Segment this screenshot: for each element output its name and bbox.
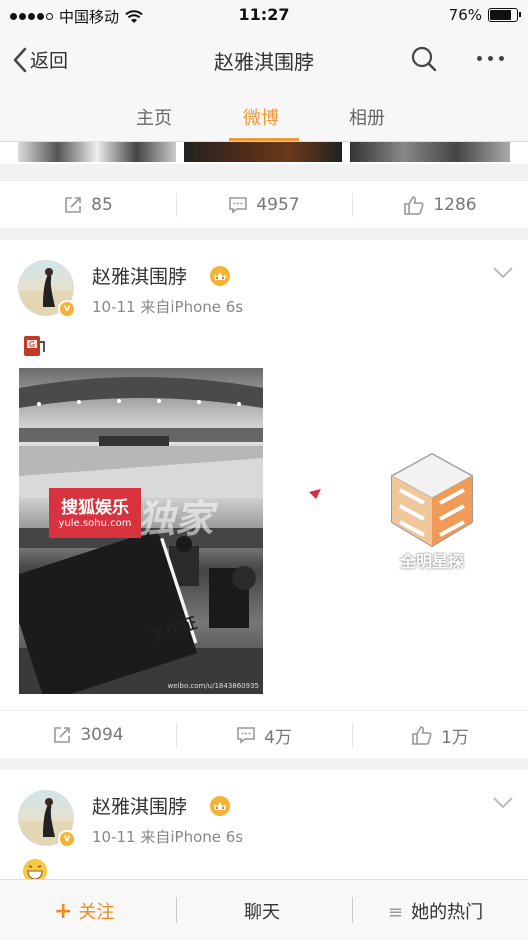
previous-post-images [0, 142, 528, 164]
repost-button[interactable]: 85 [0, 181, 176, 229]
verified-badge-icon: v [58, 830, 76, 848]
cube-logo-icon [390, 452, 474, 548]
comment-count: 4957 [256, 195, 300, 215]
emoji-icon: G [24, 336, 45, 356]
chevron-down-icon[interactable] [492, 266, 514, 280]
post-actions: 3094 4万 1万 [0, 710, 528, 758]
more-button[interactable] [477, 56, 504, 61]
thumbs-up-icon [412, 726, 432, 745]
page-title: 赵雅淇围脖 [214, 50, 314, 74]
like-count: 1万 [441, 727, 469, 748]
repost-icon [54, 727, 71, 743]
divider [176, 897, 177, 923]
status-right: 76% [448, 6, 521, 24]
logo-text: 全明星探 [399, 552, 464, 571]
svg-text:G: G [29, 340, 35, 349]
username-text: 赵雅淇围脖 [92, 796, 188, 818]
repost-button[interactable]: 3094 [0, 711, 176, 759]
thumbnail-image[interactable] [350, 142, 510, 162]
like-count: 1286 [433, 195, 477, 215]
logo-watermark: 全明星探 [386, 450, 478, 571]
hot-posts-button[interactable]: ≡ 她的热门 [388, 898, 483, 924]
comment-icon [237, 727, 255, 744]
tab-album[interactable]: 相册 [349, 104, 385, 130]
watermark-overlay-text: 独家 [137, 497, 214, 541]
like-button[interactable]: 1万 [352, 711, 528, 759]
active-tab-indicator [229, 138, 299, 141]
more-dot-icon [477, 56, 482, 61]
like-button[interactable]: 1286 [352, 181, 528, 229]
post-meta: 10-11 来自iPhone 6s [92, 828, 244, 846]
comment-button[interactable]: 4万 [176, 711, 352, 759]
tab-home[interactable]: 主页 [136, 104, 172, 130]
sohu-watermark: 搜狐娱乐 yule.sohu.com [49, 488, 141, 538]
sohu-watermark-url: yule.sohu.com [58, 518, 132, 529]
plus-icon: + [54, 899, 73, 924]
thumbnail-image[interactable] [184, 142, 342, 162]
vip-crown-icon [210, 266, 230, 286]
chevron-down-icon[interactable] [492, 796, 514, 810]
post-image[interactable]: 独家 搜狐娱乐 yule.sohu.com 工作证 weibo.com/u/18… [19, 368, 263, 694]
bottom-toolbar: + 关注 聊天 ≡ 她的热门 [0, 879, 528, 940]
comment-count: 4万 [264, 727, 292, 748]
search-button[interactable] [410, 45, 438, 77]
follow-button[interactable]: + 关注 [54, 898, 114, 924]
weibo-post: v 赵雅淇围脖 10-11 来自iPhone 6s [0, 770, 528, 883]
weibo-credit: weibo.com/u/1843860935 [167, 682, 259, 690]
chat-label: 聊天 [244, 902, 280, 923]
post-username[interactable]: 赵雅淇围脖 [92, 262, 187, 289]
navigation-bar: 返回 赵雅淇围脖 [0, 30, 528, 92]
follow-label: 关注 [78, 902, 115, 923]
repost-icon [65, 197, 81, 213]
post-username[interactable]: 赵雅淇围脖 [92, 792, 187, 819]
vip-crown-icon [210, 796, 230, 816]
repost-count: 85 [91, 195, 113, 215]
battery-percent: 76% [448, 6, 482, 24]
search-icon [411, 46, 437, 72]
verified-badge-icon: v [58, 300, 76, 318]
comment-icon [229, 197, 248, 214]
more-dot-icon [488, 56, 493, 61]
profile-tabs: 主页 微博 相册 [0, 92, 528, 142]
username-text: 赵雅淇围脖 [92, 266, 188, 288]
thumbs-up-icon [404, 196, 424, 215]
post-meta: 10-11 来自iPhone 6s [92, 298, 244, 316]
status-bar: 中国移动 11:27 76% [0, 0, 528, 30]
comment-button[interactable]: 4957 [176, 181, 352, 229]
sohu-watermark-text: 搜狐娱乐 [61, 498, 129, 518]
battery-icon [488, 8, 521, 22]
divider [352, 897, 353, 923]
weibo-post: v 赵雅淇围脖 10-11 来自iPhone 6s G 独家 搜狐娱乐 yule… [0, 240, 528, 710]
chat-button[interactable]: 聊天 [244, 898, 280, 924]
thumbnail-image[interactable] [18, 142, 176, 162]
list-icon: ≡ [388, 902, 404, 923]
more-dot-icon [499, 56, 504, 61]
repost-count: 3094 [80, 725, 124, 745]
hot-label: 她的热门 [411, 902, 484, 923]
marker-icon [309, 489, 321, 499]
tab-weibo[interactable]: 微博 [243, 104, 279, 130]
post-actions: 85 4957 1286 [0, 180, 528, 228]
